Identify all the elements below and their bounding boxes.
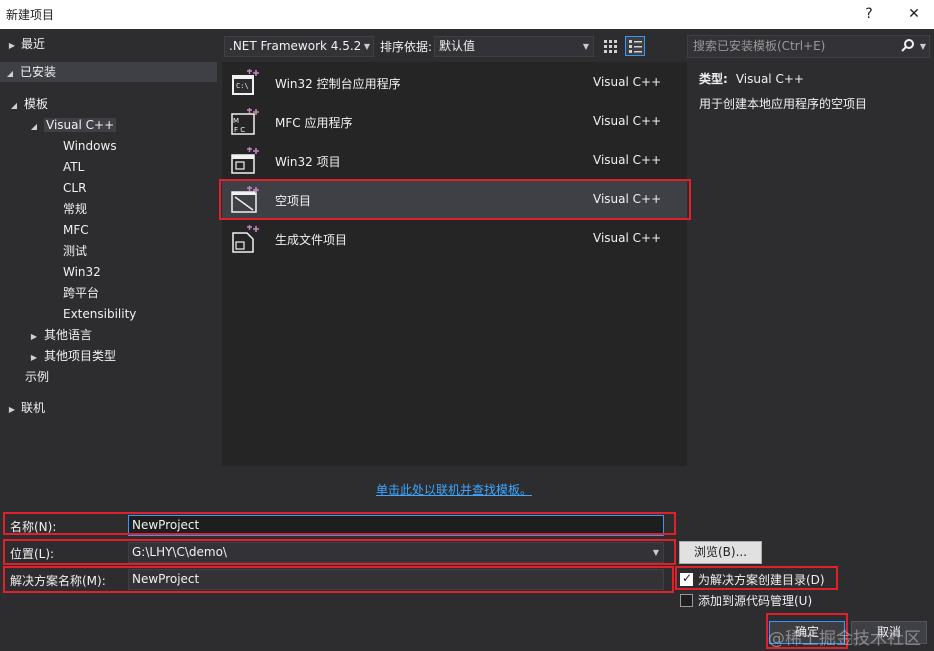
find-templates-online-link[interactable]: 单击此处以联机并查找模板。 xyxy=(376,481,532,498)
template-language: Visual C++ xyxy=(593,153,662,167)
expand-arrow-icon: ▶ xyxy=(30,332,38,341)
template-list: C:\ Win32 控制台应用程序 Visual C++ M F C MFC 应… xyxy=(222,62,687,466)
template-language: Visual C++ xyxy=(593,192,662,206)
console-app-icon: C:\ xyxy=(232,69,259,95)
svg-text:M: M xyxy=(233,117,239,125)
win32-project-icon xyxy=(231,147,259,174)
tree-item-windows[interactable]: Windows xyxy=(63,136,117,156)
framework-select[interactable]: .NET Framework 4.5.2 ▼ xyxy=(224,36,374,57)
template-category-tree: ▶ 最近 ◢ 已安装 ◢ 模板 ◢ Visual C++ Windows ATL CLR… xyxy=(0,29,217,507)
browse-button[interactable]: 浏览(B)... xyxy=(679,541,762,564)
collapse-arrow-icon: ◢ xyxy=(6,69,14,78)
tree-item-win32[interactable]: Win32 xyxy=(63,262,101,282)
small-icons-view-button[interactable] xyxy=(600,36,620,56)
list-view-button[interactable] xyxy=(625,36,645,56)
type-label: 类型: xyxy=(699,72,728,86)
tree-item-clr[interactable]: CLR xyxy=(63,178,86,198)
tree-item-other-languages[interactable]: ▶ 其他语言 xyxy=(28,325,92,345)
template-name: MFC 应用程序 xyxy=(275,116,353,130)
mfc-app-icon: M F C xyxy=(231,108,259,135)
template-item-win32-project[interactable]: Win32 项目 Visual C++ xyxy=(222,141,687,180)
sort-select[interactable]: 默认值 ▼ xyxy=(434,36,594,57)
checkmark-icon: ✓ xyxy=(682,571,693,585)
chevron-down-icon: ▼ xyxy=(363,42,370,51)
chevron-down-icon[interactable]: ▼ xyxy=(920,36,926,57)
name-label: 名称(N): xyxy=(10,520,57,534)
solution-name-input[interactable]: NewProject xyxy=(128,569,664,590)
grid-view-icon xyxy=(604,40,617,53)
tree-item-extensibility[interactable]: Extensibility xyxy=(63,304,136,324)
template-name: Win32 控制台应用程序 xyxy=(275,77,401,91)
tree-item-cross-platform[interactable]: 跨平台 xyxy=(63,283,99,303)
expand-arrow-icon: ▶ xyxy=(8,41,16,50)
template-search-input[interactable]: 搜索已安装模板(Ctrl+E) ▼ xyxy=(687,35,930,58)
project-name-value: NewProject xyxy=(132,518,200,532)
template-details-pane: 类型: Visual C++ 用于创建本地应用程序的空项目 xyxy=(687,62,934,507)
chevron-down-icon: ▼ xyxy=(582,42,589,51)
expand-arrow-icon: ▶ xyxy=(8,405,16,414)
close-button[interactable]: ✕ xyxy=(902,3,926,25)
tree-item-mfc[interactable]: MFC xyxy=(63,220,89,240)
sort-label: 排序依据: xyxy=(380,40,433,54)
tree-item-online[interactable]: ▶ 联机 xyxy=(6,398,45,418)
template-language: Visual C++ xyxy=(593,114,662,128)
cancel-button[interactable]: 取消 xyxy=(851,621,927,644)
template-description: 用于创建本地应用程序的空项目 xyxy=(699,97,868,111)
location-value: G:\LHY\C\demo\ xyxy=(132,545,227,559)
template-item-makefile-project[interactable]: 生成文件项目 Visual C++ xyxy=(222,219,687,258)
search-icon[interactable] xyxy=(901,38,915,59)
chevron-down-icon[interactable]: ▼ xyxy=(653,543,659,562)
location-label: 位置(L): xyxy=(10,547,55,561)
makefile-project-icon xyxy=(232,225,259,253)
location-combo[interactable]: G:\LHY\C\demo\ ▼ xyxy=(128,542,664,563)
template-name: 空项目 xyxy=(275,194,312,208)
template-item-empty-project[interactable]: 空项目 Visual C++ xyxy=(222,180,687,219)
tree-item-label: 最近 xyxy=(21,37,46,51)
tree-item-label: 模板 xyxy=(24,97,49,111)
template-language: Visual C++ xyxy=(593,75,662,89)
svg-text:C:\: C:\ xyxy=(236,82,249,90)
project-name-input[interactable]: NewProject xyxy=(128,515,664,536)
title-bar: 新建项目 ? ✕ xyxy=(0,0,934,29)
add-source-control-label[interactable]: 添加到源代码管理(U) xyxy=(698,592,812,609)
tree-item-installed[interactable]: ◢ 已安装 xyxy=(0,62,217,82)
tree-item-label: 其他语言 xyxy=(44,328,93,342)
empty-project-icon xyxy=(231,186,259,213)
sort-value: 默认值 xyxy=(439,39,476,53)
collapse-arrow-icon: ◢ xyxy=(30,122,38,131)
template-item-mfc-app[interactable]: M F C MFC 应用程序 Visual C++ xyxy=(222,102,687,141)
window-title: 新建项目 xyxy=(6,8,55,22)
list-view-icon xyxy=(629,40,642,53)
tree-item-visual-cpp[interactable]: ◢ Visual C++ xyxy=(28,115,117,135)
collapse-arrow-icon: ◢ xyxy=(10,101,18,110)
template-language: Visual C++ xyxy=(593,231,662,245)
tree-item-templates[interactable]: ◢ 模板 xyxy=(8,94,48,114)
tree-item-label: 已安装 xyxy=(20,65,57,79)
create-directory-label[interactable]: 为解决方案创建目录(D) xyxy=(698,571,825,588)
solution-name-label: 解决方案名称(M): xyxy=(10,574,106,588)
tree-item-samples[interactable]: 示例 xyxy=(25,367,49,387)
svg-text:F C: F C xyxy=(234,126,245,134)
template-name: 生成文件项目 xyxy=(275,233,348,247)
template-item-console-app[interactable]: C:\ Win32 控制台应用程序 Visual C++ xyxy=(222,63,687,102)
tree-item-general[interactable]: 常规 xyxy=(63,199,87,219)
type-value: Visual C++ xyxy=(735,72,804,86)
framework-value: .NET Framework 4.5.2 xyxy=(229,39,362,53)
expand-arrow-icon: ▶ xyxy=(30,353,38,362)
tree-item-label: Visual C++ xyxy=(44,118,117,132)
tree-item-recent[interactable]: ▶ 最近 xyxy=(6,34,45,54)
create-directory-checkbox[interactable]: ✓ xyxy=(680,571,693,586)
tree-item-label: 其他项目类型 xyxy=(44,349,117,363)
tree-item-atl[interactable]: ATL xyxy=(63,157,84,177)
tree-item-test[interactable]: 测试 xyxy=(63,241,87,261)
search-placeholder: 搜索已安装模板(Ctrl+E) xyxy=(693,39,826,53)
template-name: Win32 项目 xyxy=(275,155,341,169)
solution-name-value: NewProject xyxy=(132,572,200,586)
template-type: 类型: Visual C++ xyxy=(699,70,804,87)
tree-item-label: 联机 xyxy=(21,401,46,415)
tree-item-other-project-types[interactable]: ▶ 其他项目类型 xyxy=(28,346,116,366)
ok-button[interactable]: 确定 xyxy=(769,621,845,644)
help-button[interactable]: ? xyxy=(857,3,881,25)
add-source-control-checkbox[interactable] xyxy=(680,594,693,607)
